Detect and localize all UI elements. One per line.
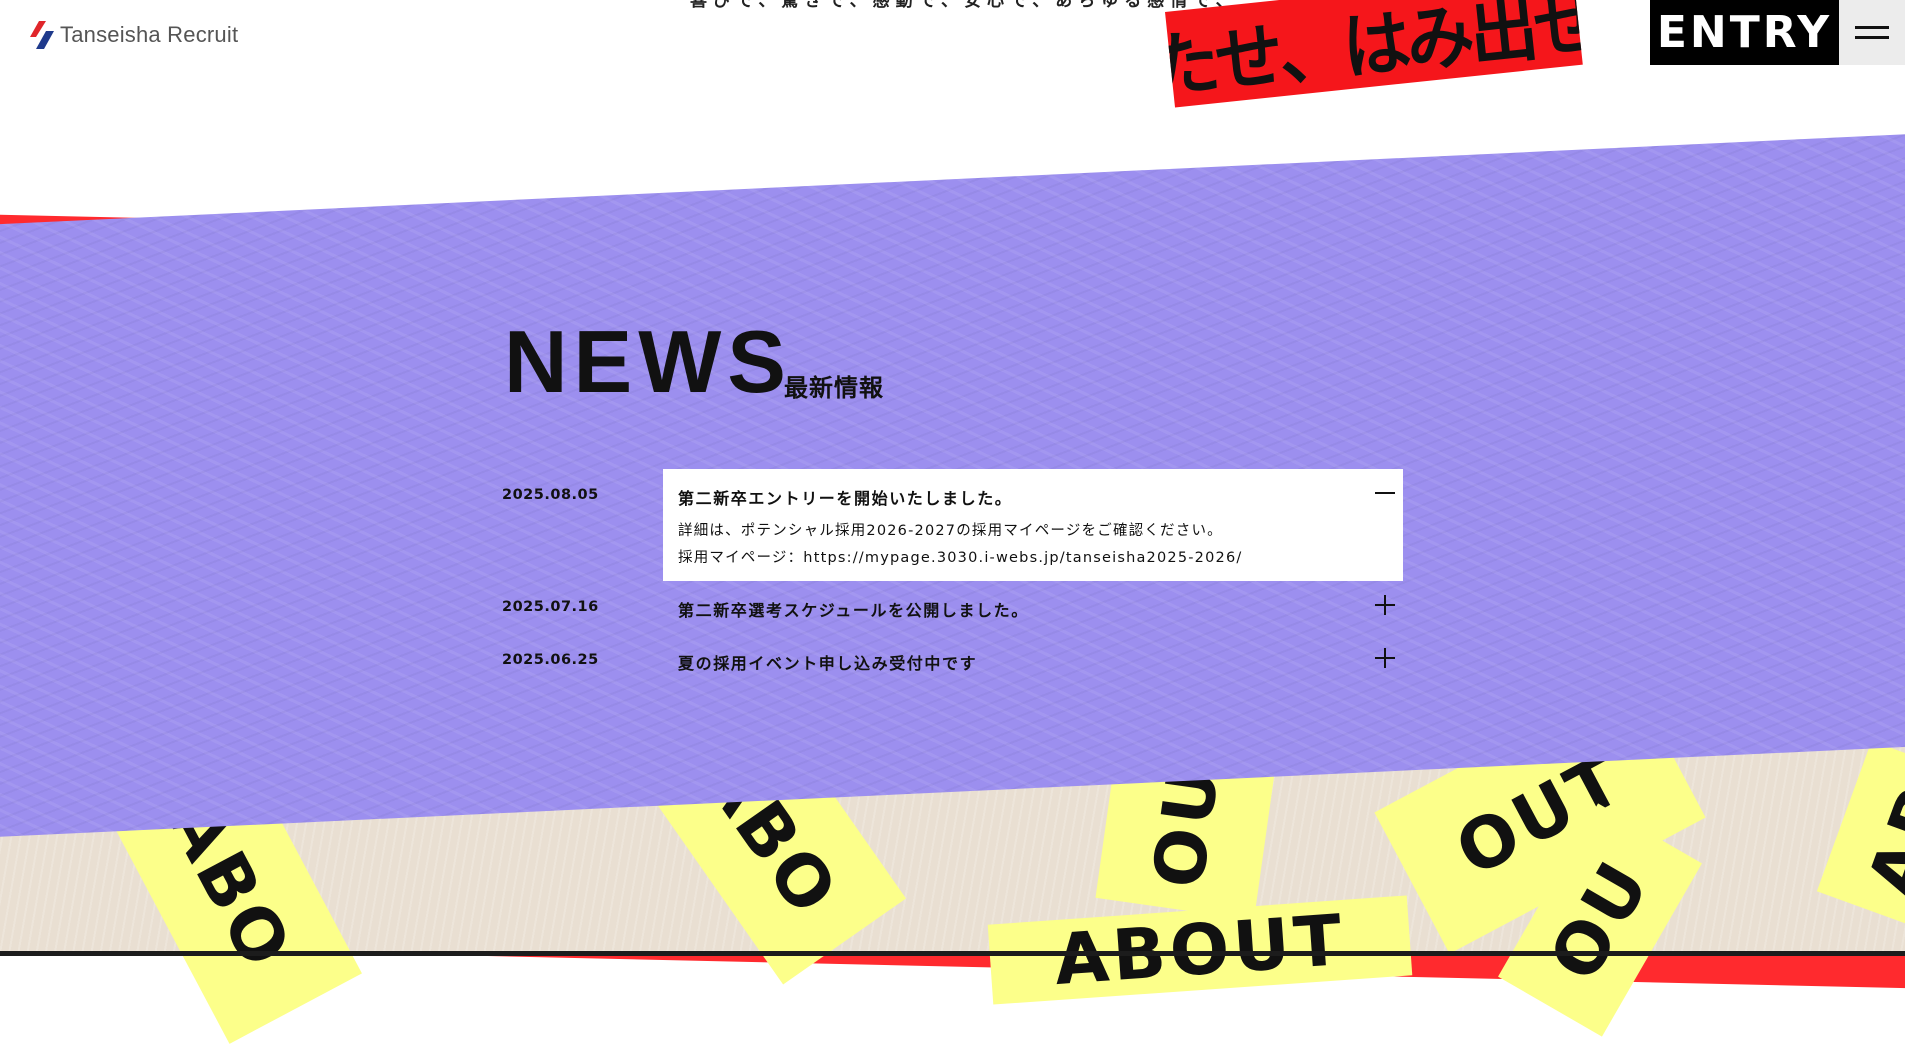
news-title-link[interactable]: 夏の採用イベント申し込み受付中です — [678, 650, 977, 674]
plus-icon[interactable] — [1374, 594, 1396, 616]
news-body-text: 詳細は、ポテンシャル採用2026-2027の採用マイページをご確認ください。 — [678, 523, 1223, 539]
news-title: NEWS — [504, 312, 792, 411]
news-title-link[interactable]: 第二新卒選考スケジュールを公開しました。 — [678, 597, 1029, 621]
page-bottom-rule — [0, 951, 1905, 956]
news-item-expanded[interactable]: 2025.08.05 第二新卒エントリーを開始いたしました。 詳細は、ポテンシャ… — [502, 469, 1403, 581]
news-body-link[interactable]: 採用マイページ：https://mypage.3030.i-webs.jp/ta… — [678, 546, 1242, 567]
news-title-link[interactable]: 第二新卒エントリーを開始いたしました。 — [678, 485, 1012, 509]
news-date: 2025.07.16 — [502, 599, 599, 615]
entry-button[interactable]: ENTRY — [1650, 0, 1839, 65]
news-item[interactable]: 2025.07.16 第二新卒選考スケジュールを公開しました。 — [502, 581, 1402, 634]
news-item[interactable]: 2025.06.25 夏の採用イベント申し込み受付中です — [502, 634, 1402, 687]
catch-copy-text: 満たせ、はみ出せ。 — [1165, 0, 1583, 108]
logo-mark-icon — [30, 21, 54, 49]
about-tag: AB — [1816, 740, 1905, 940]
logo-text: Tanseisha Recruit — [60, 22, 239, 47]
minus-icon[interactable] — [1374, 482, 1396, 504]
catch-copy: 満たせ、はみ出せ。 — [1165, 0, 1583, 108]
about-tag: ABOUT — [987, 895, 1413, 1005]
news-list: 2025.08.05 第二新卒エントリーを開始いたしました。 詳細は、ポテンシャ… — [502, 469, 1403, 687]
hamburger-menu-icon[interactable] — [1839, 0, 1905, 65]
catch-line: 喜びで、驚きで、感動で、安心で、あらゆる感情で、 — [690, 0, 1239, 11]
news-date: 2025.06.25 — [502, 652, 599, 668]
plus-icon[interactable] — [1374, 647, 1396, 669]
site-logo[interactable]: Tanseisha Recruit — [30, 18, 238, 52]
news-date: 2025.08.05 — [502, 487, 599, 503]
news-subtitle: 最新情報 — [784, 374, 884, 402]
